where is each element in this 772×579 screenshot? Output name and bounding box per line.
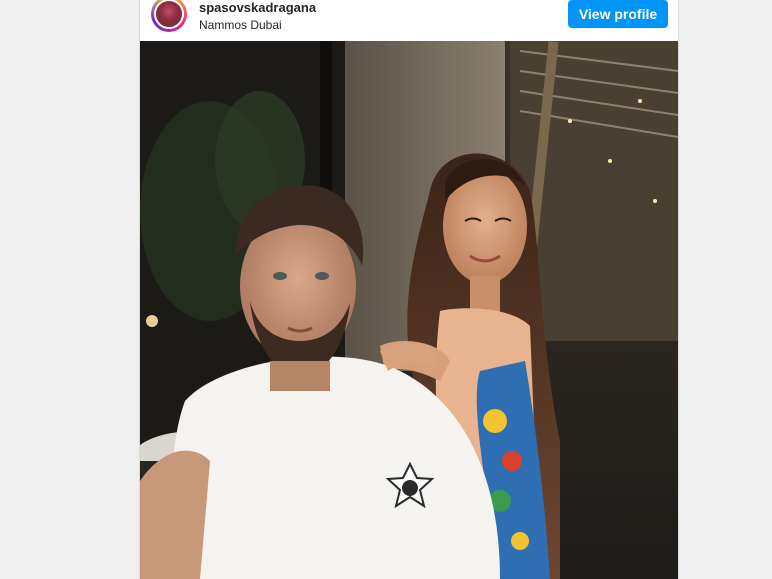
post-photo-image [140, 41, 678, 579]
page-background: spasovskadragana Nammos Dubai View profi… [0, 0, 772, 579]
profile-avatar-icon [154, 0, 184, 29]
view-profile-button[interactable]: View profile [568, 0, 668, 28]
instagram-embed: spasovskadragana Nammos Dubai View profi… [139, 0, 679, 579]
username-link[interactable]: spasovskadragana [199, 0, 316, 16]
user-info: spasovskadragana Nammos Dubai [199, 0, 316, 33]
location-link[interactable]: Nammos Dubai [199, 17, 316, 33]
post-header: spasovskadragana Nammos Dubai View profi… [140, 0, 678, 41]
post-photo[interactable] [140, 41, 678, 579]
profile-avatar[interactable] [151, 0, 187, 32]
